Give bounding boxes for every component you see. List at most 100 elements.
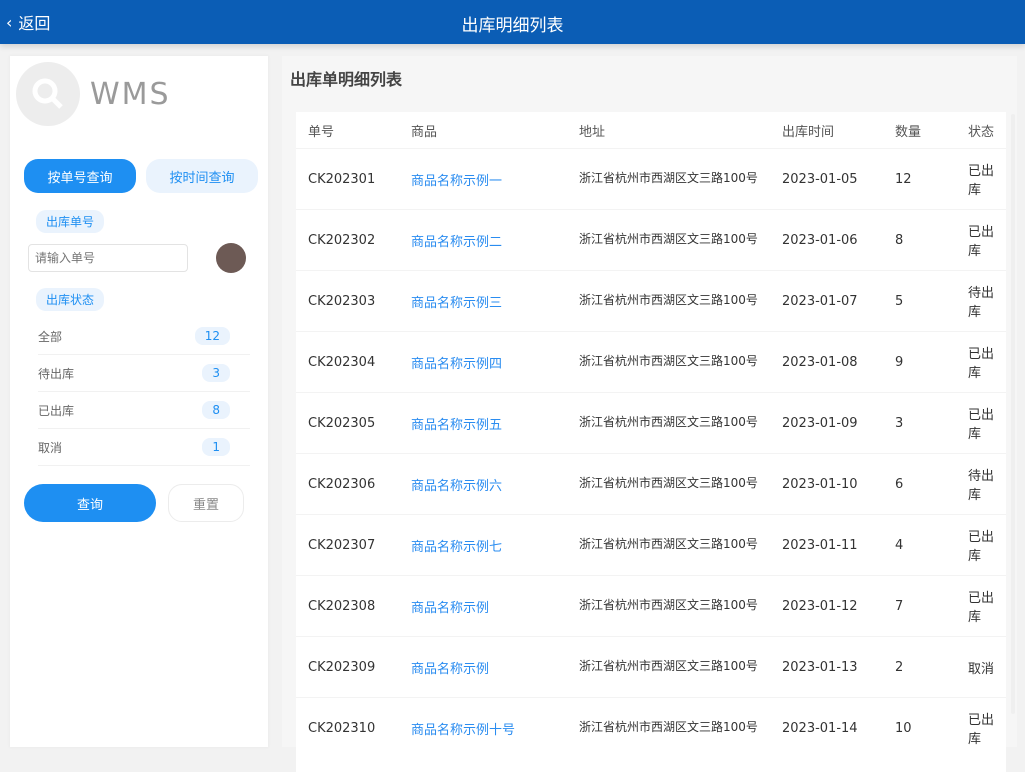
- quantity-cell: 8: [883, 209, 956, 271]
- search-button[interactable]: 查询: [24, 484, 156, 522]
- order-code-cell: CK202303: [296, 270, 399, 332]
- item-link[interactable]: 商品名称示例一: [399, 148, 567, 210]
- reset-button[interactable]: 重置: [168, 484, 244, 522]
- address-cell: 浙江省杭州市西湖区文三路100号: [567, 575, 770, 637]
- item-link[interactable]: 商品名称示例: [399, 575, 567, 637]
- status-cell: 已出库: [956, 575, 1006, 637]
- table-row[interactable]: CK202305 商品名称示例五 浙江省杭州市西湖区文三路100号 2023-01-0…: [296, 392, 1006, 454]
- table-row[interactable]: CK202308 商品名称示例 浙江省杭州市西湖区文三路100号 2023-01-12…: [296, 575, 1006, 637]
- status-cell: 已出库: [956, 392, 1006, 454]
- status-cell: 待出库: [956, 270, 1006, 332]
- address-cell: 浙江省杭州市西湖区文三路100号: [567, 514, 770, 576]
- section-title: 出库单明细列表: [290, 70, 403, 89]
- status-label: 出库状态: [36, 288, 105, 311]
- status-cell: 已出库: [956, 514, 1006, 576]
- quantity-cell: 2: [883, 636, 956, 698]
- column-header[interactable]: 出库时间: [770, 112, 883, 149]
- page-title: 出库明细列表: [461, 16, 564, 36]
- quantity-cell: 3: [883, 392, 956, 454]
- top-bar: ‹ 返回 出库明细列表: [0, 0, 1025, 44]
- date-cell: 2023-01-09: [770, 392, 883, 454]
- item-link[interactable]: 商品名称示例七: [399, 514, 567, 576]
- table-row[interactable]: CK202301 商品名称示例一 浙江省杭州市西湖区文三路100号 2023-01-0…: [296, 148, 1006, 210]
- date-cell: 2023-01-07: [770, 270, 883, 332]
- address-cell: 浙江省杭州市西湖区文三路100号: [567, 331, 770, 393]
- order-code-cell: CK202305: [296, 392, 399, 454]
- quantity-cell: 7: [883, 575, 956, 637]
- table-row[interactable]: CK202309 商品名称示例 浙江省杭州市西湖区文三路100号 2023-01-13…: [296, 636, 1006, 698]
- column-header[interactable]: 地址: [567, 112, 770, 149]
- item-link[interactable]: 商品名称示例四: [399, 331, 567, 393]
- date-cell: 2023-01-06: [770, 209, 883, 271]
- status-cell: 已出库: [956, 209, 1006, 271]
- table-row[interactable]: CK202304 商品名称示例四 浙江省杭州市西湖区文三路100号 2023-01-0…: [296, 331, 1006, 393]
- tab-by-number[interactable]: 按单号查询: [24, 159, 136, 193]
- status-cell: 取消: [956, 636, 1006, 698]
- table-header: 单号 商品 地址 出库时间 数量 状态: [296, 112, 1006, 149]
- date-cell: 2023-01-05: [770, 148, 883, 210]
- address-cell: 浙江省杭州市西湖区文三路100号: [567, 392, 770, 454]
- status-cell: 已出库: [956, 331, 1006, 393]
- column-header[interactable]: 商品: [399, 112, 567, 149]
- address-cell: 浙江省杭州市西湖区文三路100号: [567, 148, 770, 210]
- item-link[interactable]: 商品名称示例十号: [399, 697, 567, 758]
- search-row: [28, 242, 248, 274]
- table-row[interactable]: CK202302 商品名称示例二 浙江省杭州市西湖区文三路100号 2023-01-0…: [296, 209, 1006, 271]
- scan-icon[interactable]: [216, 243, 246, 273]
- quantity-cell: 5: [883, 270, 956, 332]
- status-cell: 已出库: [956, 697, 1006, 758]
- order-number-label: 出库单号: [36, 210, 105, 233]
- order-code-cell: CK202301: [296, 148, 399, 210]
- address-cell: 浙江省杭州市西湖区文三路100号: [567, 697, 770, 758]
- item-link[interactable]: 商品名称示例三: [399, 270, 567, 332]
- order-code-cell: CK202304: [296, 331, 399, 393]
- order-code-cell: CK202309: [296, 636, 399, 698]
- column-header[interactable]: 状态: [956, 112, 1006, 149]
- order-code-cell: CK202307: [296, 514, 399, 576]
- address-cell: 浙江省杭州市西湖区文三路100号: [567, 453, 770, 515]
- date-cell: 2023-01-11: [770, 514, 883, 576]
- item-link[interactable]: 商品名称示例五: [399, 392, 567, 454]
- order-code-cell: CK202310: [296, 697, 399, 758]
- item-link[interactable]: 商品名称示例: [399, 636, 567, 698]
- tab-by-time[interactable]: 按时间查询: [146, 159, 258, 193]
- date-cell: 2023-01-13: [770, 636, 883, 698]
- filter-sidebar: WMS 按单号查询 按时间查询 出库单号 出库状态 全部12 待出库3 已出库8…: [10, 56, 268, 747]
- results-table: 单号 商品 地址 出库时间 数量 状态 CK202301 商品名称示例一 浙江省杭州…: [296, 112, 1006, 758]
- logo-text: WMS: [90, 76, 171, 112]
- status-cell: 已出库: [956, 148, 1006, 210]
- column-header[interactable]: 单号: [296, 112, 399, 149]
- order-number-input[interactable]: [28, 244, 188, 272]
- table-row[interactable]: CK202303 商品名称示例三 浙江省杭州市西湖区文三路100号 2023-01-0…: [296, 270, 1006, 332]
- scrollbar[interactable]: [1011, 114, 1015, 714]
- order-code-cell: CK202302: [296, 209, 399, 271]
- order-code-cell: CK202306: [296, 453, 399, 515]
- list-item[interactable]: 已出库 8: [38, 392, 250, 429]
- quantity-cell: 4: [883, 514, 956, 576]
- table-row[interactable]: CK202306 商品名称示例六 浙江省杭州市西湖区文三路100号 2023-01-1…: [296, 453, 1006, 515]
- list-item[interactable]: 全部 12: [38, 318, 250, 355]
- date-cell: 2023-01-12: [770, 575, 883, 637]
- date-cell: 2023-01-10: [770, 453, 883, 515]
- item-link[interactable]: 商品名称示例二: [399, 209, 567, 271]
- list-item[interactable]: 待出库 3: [38, 355, 250, 392]
- main-content: 出库单明细列表 单号 商品 地址 出库时间 数量 状态 CK202301 商品名称…: [282, 56, 1017, 772]
- item-link[interactable]: 商品名称示例六: [399, 453, 567, 515]
- logo-icon: [16, 62, 80, 126]
- results-table-card: 单号 商品 地址 出库时间 数量 状态 CK202301 商品名称示例一 浙江省杭州…: [296, 112, 1006, 772]
- date-cell: 2023-01-08: [770, 331, 883, 393]
- address-cell: 浙江省杭州市西湖区文三路100号: [567, 209, 770, 271]
- address-cell: 浙江省杭州市西湖区文三路100号: [567, 636, 770, 698]
- quantity-cell: 6: [883, 453, 956, 515]
- table-row[interactable]: CK202310 商品名称示例十号 浙江省杭州市西湖区文三路100号 2023-01-…: [296, 697, 1006, 758]
- quantity-cell: 10: [883, 697, 956, 758]
- address-cell: 浙江省杭州市西湖区文三路100号: [567, 270, 770, 332]
- table-row[interactable]: CK202307 商品名称示例七 浙江省杭州市西湖区文三路100号 2023-01-1…: [296, 514, 1006, 576]
- quantity-cell: 12: [883, 148, 956, 210]
- order-code-cell: CK202308: [296, 575, 399, 637]
- logo: WMS: [16, 62, 171, 126]
- column-header[interactable]: 数量: [883, 112, 956, 149]
- list-item[interactable]: 取消 1: [38, 429, 250, 466]
- quantity-cell: 9: [883, 331, 956, 393]
- table-body: CK202301 商品名称示例一 浙江省杭州市西湖区文三路100号 2023-01-0…: [296, 148, 1006, 758]
